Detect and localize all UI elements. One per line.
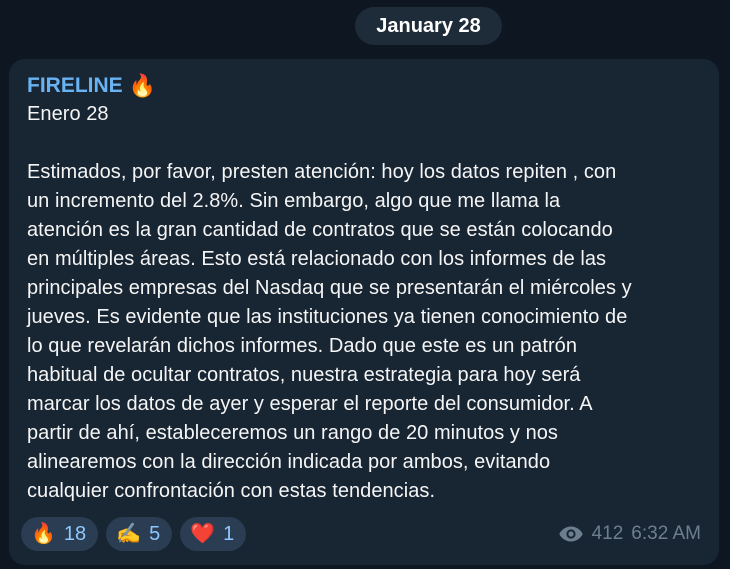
writing-hand-icon: ✍️ bbox=[116, 523, 142, 545]
message-footer: 🔥 18 ✍️ 5 ❤️ 1 412 6:32 AM bbox=[21, 517, 701, 551]
reaction-count: 18 bbox=[63, 522, 87, 545]
heart-icon: ❤️ bbox=[190, 523, 216, 545]
reaction-fire[interactable]: 🔥 18 bbox=[21, 517, 99, 551]
channel-header[interactable]: FIRELINE 🔥 bbox=[27, 71, 701, 100]
reaction-count: 1 bbox=[223, 522, 235, 545]
date-separator: January 28 bbox=[355, 7, 502, 45]
view-count: 412 bbox=[591, 523, 624, 544]
eye-icon bbox=[558, 526, 583, 542]
message-bubble: FIRELINE 🔥 Enero 28 Estimados, por favor… bbox=[9, 59, 719, 565]
message-time: 6:32 AM bbox=[631, 523, 701, 544]
fire-icon: 🔥 bbox=[128, 72, 157, 98]
reaction-count: 5 bbox=[149, 522, 161, 545]
message-meta: 412 6:32 AM bbox=[558, 523, 701, 545]
message-text: Enero 28 Estimados, por favor, presten a… bbox=[27, 103, 632, 502]
reaction-heart[interactable]: ❤️ 1 bbox=[180, 517, 247, 551]
reaction-writing-hand[interactable]: ✍️ 5 bbox=[106, 517, 173, 551]
fire-icon: 🔥 bbox=[31, 523, 56, 545]
channel-name[interactable]: FIRELINE bbox=[27, 71, 123, 100]
reactions-bar: 🔥 18 ✍️ 5 ❤️ 1 bbox=[21, 517, 247, 551]
